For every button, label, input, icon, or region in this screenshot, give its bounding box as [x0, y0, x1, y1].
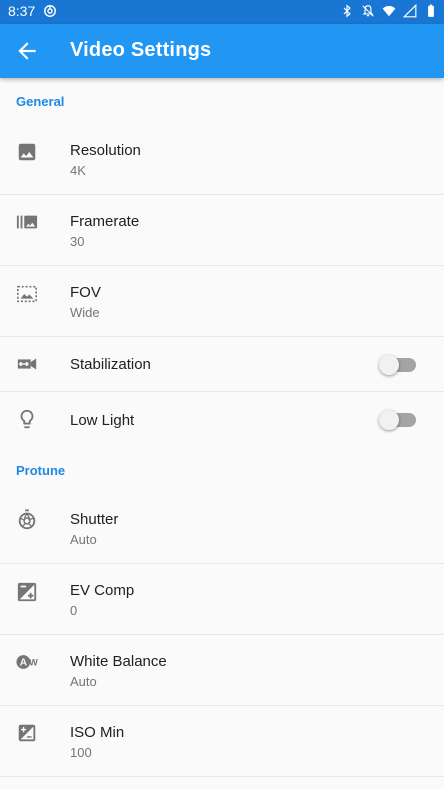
setting-label: FOV	[70, 284, 101, 301]
setting-value: Auto	[70, 674, 97, 689]
setting-value: 100	[70, 745, 92, 760]
video-stabilization-icon	[16, 353, 38, 375]
setting-label: Low Light	[70, 412, 135, 429]
setting-value: 4K	[70, 163, 86, 178]
shutter-icon	[16, 509, 38, 531]
setting-white-balance[interactable]: A W White Balance Auto	[0, 635, 444, 706]
setting-value: 0	[70, 603, 78, 618]
setting-ev-comp[interactable]: EV Comp 0	[0, 564, 444, 635]
setting-shutter[interactable]: Shutter Auto	[0, 493, 444, 564]
app-bar: Video Settings	[0, 24, 444, 78]
toggle-knob	[379, 410, 399, 430]
burst-mode-icon	[16, 211, 38, 233]
battery-icon	[428, 4, 434, 17]
sync-icon	[44, 5, 56, 17]
crop-free-image-icon	[16, 283, 38, 305]
wifi-icon	[382, 6, 396, 17]
bluetooth-icon	[343, 4, 351, 18]
section-header-general: General	[16, 94, 65, 109]
setting-low-light[interactable]: Low Light	[0, 392, 444, 448]
status-time: 8:37	[8, 3, 36, 19]
setting-iso-min[interactable]: ISO Min 100	[0, 706, 444, 777]
toggle-knob	[379, 355, 399, 375]
setting-framerate[interactable]: Framerate 30	[0, 195, 444, 266]
setting-value: 30	[70, 234, 85, 249]
white-balance-auto-icon: A W	[16, 651, 38, 673]
signal-icon	[403, 4, 417, 18]
divider	[0, 776, 444, 777]
setting-stabilization[interactable]: Stabilization	[0, 337, 444, 392]
status-bar: 8:37	[0, 0, 444, 24]
svg-text:W: W	[29, 658, 38, 668]
setting-label: White Balance	[70, 653, 167, 670]
iso-icon	[16, 722, 38, 744]
setting-value: Auto	[70, 532, 97, 547]
svg-text:A: A	[20, 658, 28, 669]
setting-label: Stabilization	[70, 356, 151, 373]
setting-label: Shutter	[70, 511, 119, 528]
setting-label: Resolution	[70, 142, 141, 159]
setting-fov[interactable]: FOV Wide	[0, 266, 444, 337]
stabilization-toggle[interactable]	[379, 355, 416, 375]
image-icon	[16, 141, 38, 163]
setting-value: Wide	[70, 305, 100, 320]
lightbulb-icon	[16, 408, 38, 430]
low-light-toggle[interactable]	[379, 410, 416, 430]
setting-label: ISO Min	[70, 724, 125, 741]
setting-resolution[interactable]: Resolution 4K	[0, 124, 444, 195]
exposure-icon	[16, 581, 38, 603]
setting-label: Framerate	[70, 213, 140, 230]
section-header-protune: Protune	[16, 463, 66, 478]
setting-label: EV Comp	[70, 582, 135, 599]
page-title: Video Settings	[70, 39, 212, 61]
notifications-off-icon	[362, 5, 374, 17]
back-arrow-icon[interactable]	[14, 38, 40, 64]
